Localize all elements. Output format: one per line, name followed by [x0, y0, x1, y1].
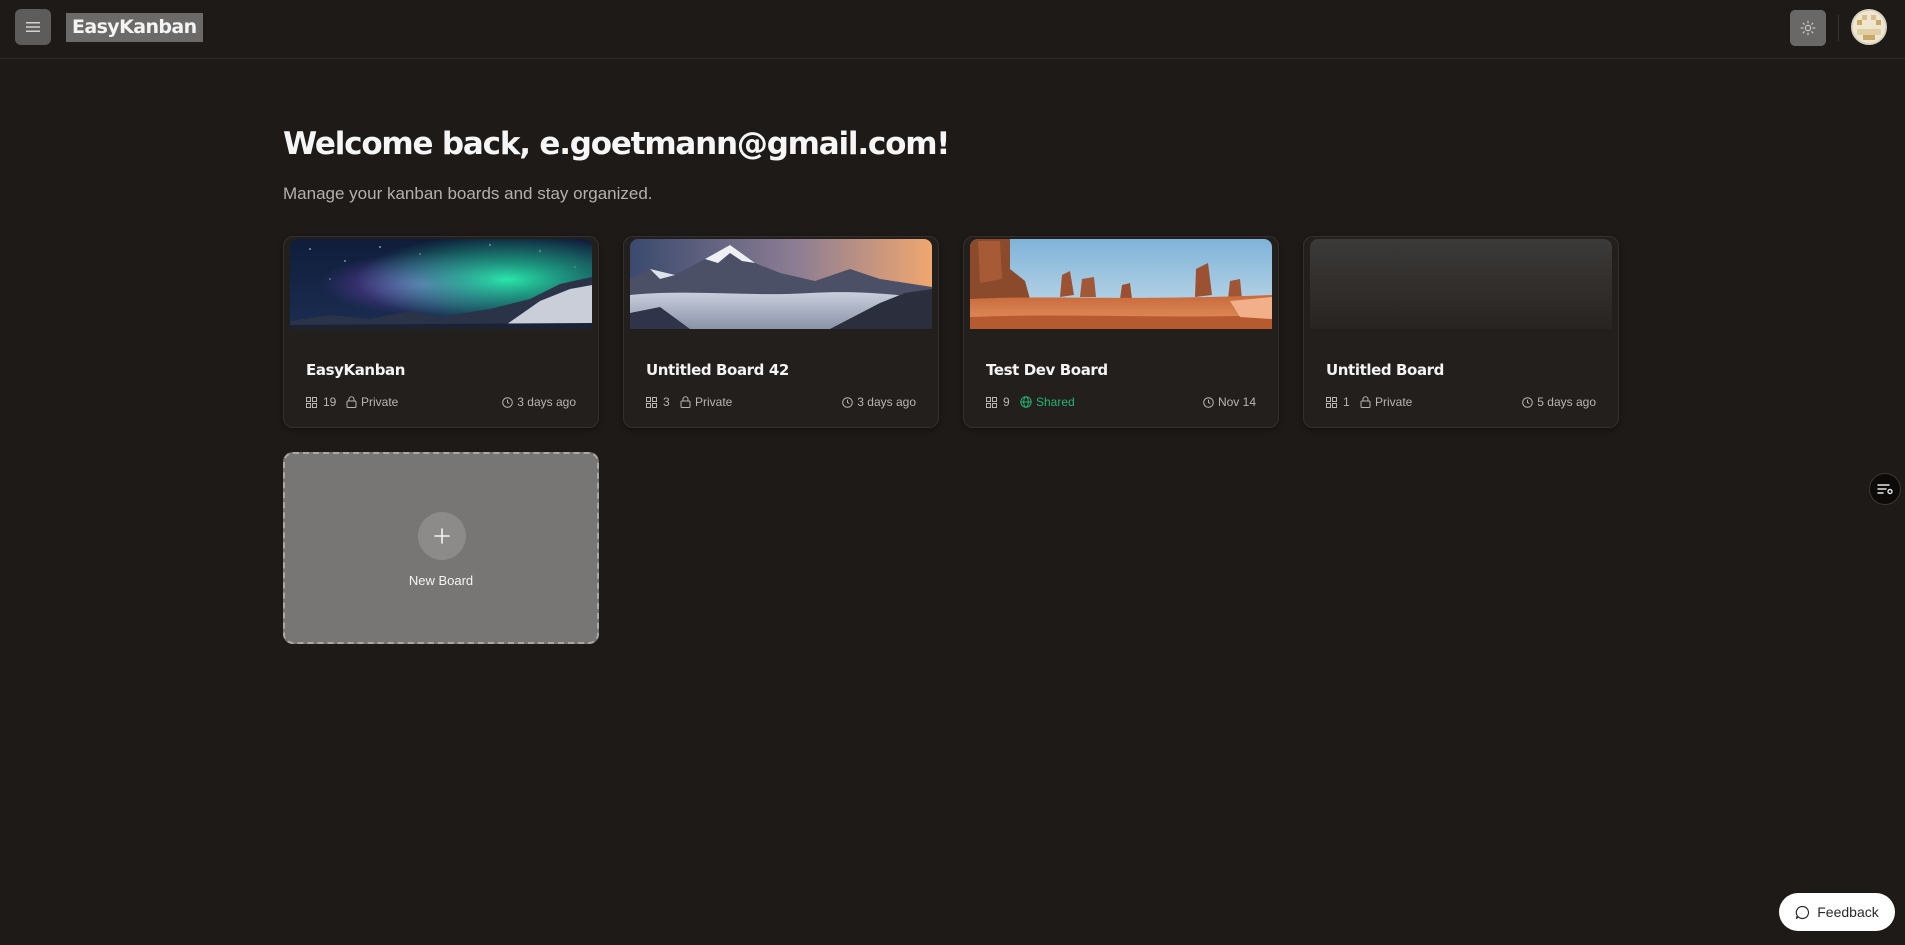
avatar-image — [1853, 11, 1885, 43]
board-meta: 19 Private 3 days ago — [306, 395, 576, 411]
last-updated-value: 5 days ago — [1537, 395, 1596, 409]
user-avatar[interactable] — [1851, 9, 1887, 45]
task-count: 19 — [306, 395, 336, 409]
grid-icon — [1326, 396, 1337, 408]
task-count-value: 3 — [663, 395, 670, 409]
board-meta: 1 Private 5 days ago — [1326, 395, 1596, 411]
side-panel-toggle[interactable] — [1869, 473, 1901, 505]
visibility-label: Shared — [1036, 395, 1075, 409]
lock-icon — [346, 396, 357, 408]
last-updated-value: 3 days ago — [517, 395, 576, 409]
clock-icon — [1203, 396, 1214, 408]
page-title: Welcome back, e.goetmann@gmail.com! — [283, 126, 950, 162]
visibility-status: Private — [346, 395, 398, 409]
hamburger-icon — [26, 22, 40, 32]
grid-icon — [646, 396, 657, 408]
lock-icon — [680, 396, 691, 408]
task-count: 1 — [1326, 395, 1350, 409]
task-count-value: 9 — [1003, 395, 1010, 409]
visibility-label: Private — [1375, 395, 1413, 409]
feedback-button[interactable]: Feedback — [1779, 893, 1895, 931]
filter-list-icon — [1877, 484, 1893, 495]
chat-bubble-icon — [1796, 905, 1810, 919]
board-card[interactable]: Test Dev Board 9 Shared Nov 14 — [963, 236, 1279, 428]
board-card[interactable]: Untitled Board 42 3 Private 3 days ago — [623, 236, 939, 428]
grid-icon — [986, 396, 997, 408]
visibility-label: Private — [695, 395, 733, 409]
new-board-label: New Board — [408, 573, 474, 588]
board-cover-image — [630, 239, 932, 329]
board-name: Untitled Board — [1326, 361, 1445, 379]
board-name: Test Dev Board — [986, 361, 1108, 379]
top-bar: EasyKanban — [0, 0, 1905, 59]
plus-circle — [418, 512, 466, 560]
sun-icon — [1800, 20, 1816, 36]
board-meta: 9 Shared Nov 14 — [986, 395, 1256, 411]
header-divider — [1838, 15, 1839, 41]
board-card[interactable]: EasyKanban 19 Private 3 days ago — [283, 236, 599, 428]
grid-icon — [306, 396, 317, 408]
visibility-status: Private — [680, 395, 732, 409]
feedback-label: Feedback — [1817, 904, 1879, 920]
board-card[interactable]: Untitled Board 1 Private 5 days ago — [1303, 236, 1619, 428]
lock-icon — [1360, 396, 1371, 408]
theme-toggle-button[interactable] — [1790, 10, 1826, 46]
board-cover-image — [290, 239, 592, 329]
visibility-label: Private — [361, 395, 399, 409]
board-name: Untitled Board 42 — [646, 361, 789, 379]
board-cover-image — [970, 239, 1272, 329]
menu-button[interactable] — [15, 9, 51, 45]
clock-icon — [842, 396, 854, 408]
app-logo[interactable]: EasyKanban — [66, 13, 203, 42]
board-name: EasyKanban — [306, 361, 406, 379]
clock-icon — [502, 396, 514, 408]
last-updated: 5 days ago — [1522, 395, 1596, 409]
last-updated-value: 3 days ago — [857, 395, 916, 409]
last-updated-value: Nov 14 — [1217, 395, 1256, 409]
clock-icon — [1522, 396, 1534, 408]
task-count-value: 1 — [1343, 395, 1350, 409]
last-updated: 3 days ago — [842, 395, 916, 409]
board-meta: 3 Private 3 days ago — [646, 395, 916, 411]
new-board-button[interactable]: New Board — [283, 452, 599, 644]
plus-icon — [434, 528, 450, 544]
board-cover-image — [1310, 239, 1612, 329]
page-subtitle: Manage your kanban boards and stay organ… — [283, 184, 653, 203]
task-count: 9 — [986, 395, 1010, 409]
globe-icon — [1020, 396, 1032, 408]
task-count: 3 — [646, 395, 670, 409]
visibility-status: Private — [1360, 395, 1412, 409]
visibility-status: Shared — [1020, 395, 1075, 409]
last-updated: Nov 14 — [1203, 395, 1256, 409]
last-updated: 3 days ago — [502, 395, 576, 409]
task-count-value: 19 — [323, 395, 337, 409]
